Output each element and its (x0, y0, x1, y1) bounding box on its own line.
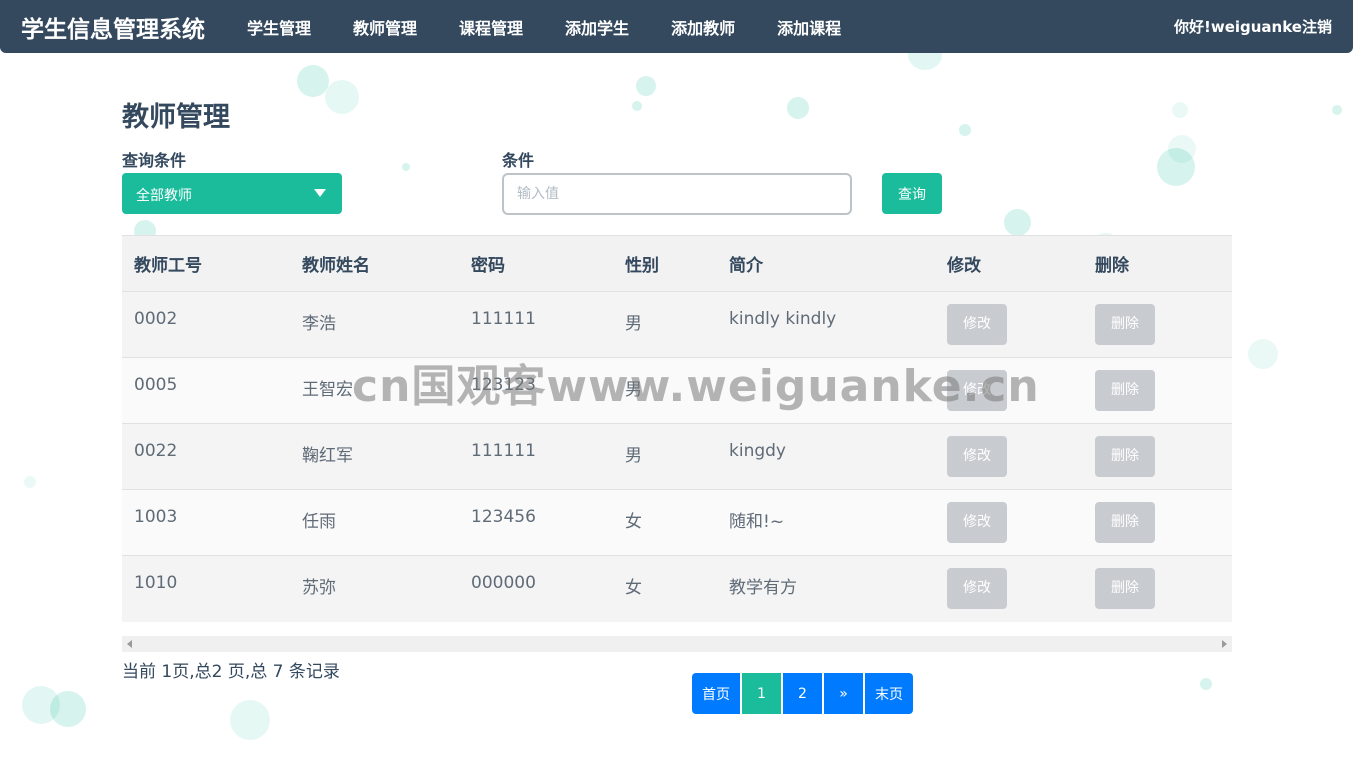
cell-teacher-id: 0002 (134, 309, 178, 329)
header-teacher-id: 教师工号 (134, 256, 202, 276)
cell-teacher-id: 1010 (134, 573, 178, 593)
cell-teacher-id: 1003 (134, 507, 178, 527)
top-navbar: 学生信息管理系统 学生管理 教师管理 课程管理 添加学生 添加教师 添加课程 你… (0, 0, 1353, 53)
cell-teacher-name: 李浩 (302, 314, 336, 334)
teacher-table-container: 教师工号 教师姓名 密码 性别 简介 修改 删除 0002 李浩 111111 … (122, 235, 1232, 622)
header-edit: 修改 (947, 256, 981, 276)
edit-button[interactable]: 修改 (947, 502, 1007, 543)
cell-password: 111111 (471, 441, 536, 461)
header-gender: 性别 (625, 256, 659, 276)
cell-intro: kindly kindly (729, 309, 837, 329)
nav-add-teacher[interactable]: 添加教师 (671, 15, 735, 39)
cell-teacher-name: 鞠红军 (302, 446, 353, 466)
condition-label: 条件 (502, 151, 535, 170)
query-condition-label: 查询条件 (122, 151, 187, 170)
nav-teacher-management[interactable]: 教师管理 (353, 15, 417, 39)
delete-button[interactable]: 删除 (1095, 502, 1155, 543)
table-row: 0005 王智宏 123123 男 修改 删除 (122, 357, 1232, 424)
edit-button[interactable]: 修改 (947, 304, 1007, 345)
query-button[interactable]: 查询 (882, 173, 942, 214)
page-last-button[interactable]: 末页 (865, 673, 913, 714)
scroll-left-icon[interactable] (127, 640, 132, 648)
page-next-button[interactable]: » (824, 673, 863, 714)
cell-intro: 教学有方 (729, 578, 797, 598)
cell-teacher-id: 0022 (134, 441, 178, 461)
cell-gender: 男 (625, 314, 642, 334)
table-row: 0022 鞠红军 111111 男 kingdy 修改 删除 (122, 423, 1232, 490)
cell-teacher-name: 王智宏 (302, 380, 353, 400)
page-1-button[interactable]: 1 (742, 673, 781, 714)
page-first-button[interactable]: 首页 (692, 673, 740, 714)
scroll-right-icon[interactable] (1222, 640, 1227, 648)
header-intro: 简介 (729, 256, 763, 276)
cell-gender: 男 (625, 446, 642, 466)
cell-gender: 男 (625, 380, 642, 400)
table-header-row: 教师工号 教师姓名 密码 性别 简介 修改 删除 (122, 235, 1232, 292)
delete-button[interactable]: 删除 (1095, 304, 1155, 345)
logout-link[interactable]: 注销 (1302, 18, 1332, 36)
edit-button[interactable]: 修改 (947, 436, 1007, 477)
cell-password: 123123 (471, 375, 536, 395)
table-row: 1003 任雨 123456 女 随和!~ 修改 删除 (122, 489, 1232, 556)
nav-student-management[interactable]: 学生管理 (247, 15, 311, 39)
horizontal-scrollbar[interactable] (122, 636, 1232, 652)
table-row: 0002 李浩 111111 男 kindly kindly 修改 删除 (122, 291, 1232, 358)
nav-course-management[interactable]: 课程管理 (459, 15, 523, 39)
header-delete: 删除 (1095, 256, 1129, 276)
chevron-down-icon (314, 189, 326, 197)
nav-add-student[interactable]: 添加学生 (565, 15, 629, 39)
page-info: 当前 1页,总2 页,总 7 条记录 (122, 662, 340, 682)
teacher-filter-select[interactable]: 全部教师 (122, 173, 342, 214)
cell-password: 111111 (471, 309, 536, 329)
header-password: 密码 (471, 256, 505, 276)
cell-gender: 女 (625, 512, 642, 532)
user-greeting: 你好!weiguanke (1174, 18, 1302, 36)
user-area: 你好!weiguanke注销 (1174, 16, 1332, 37)
cell-teacher-name: 任雨 (302, 512, 336, 532)
search-input[interactable] (502, 173, 852, 215)
cell-password: 000000 (471, 573, 536, 593)
cell-password: 123456 (471, 507, 536, 527)
cell-intro (717, 358, 935, 424)
nav-add-course[interactable]: 添加课程 (777, 15, 841, 39)
table-row: 1010 苏弥 000000 女 教学有方 修改 删除 (122, 555, 1232, 622)
main-nav: 学生管理 教师管理 课程管理 添加学生 添加教师 添加课程 (226, 15, 862, 39)
delete-button[interactable]: 删除 (1095, 436, 1155, 477)
delete-button[interactable]: 删除 (1095, 370, 1155, 411)
teacher-table: 教师工号 教师姓名 密码 性别 简介 修改 删除 0002 李浩 111111 … (122, 235, 1232, 622)
edit-button[interactable]: 修改 (947, 370, 1007, 411)
delete-button[interactable]: 删除 (1095, 568, 1155, 609)
edit-button[interactable]: 修改 (947, 568, 1007, 609)
header-teacher-name: 教师姓名 (302, 256, 370, 276)
cell-intro: kingdy (729, 441, 786, 461)
cell-gender: 女 (625, 578, 642, 598)
select-value: 全部教师 (136, 188, 192, 204)
page-2-button[interactable]: 2 (783, 673, 822, 714)
pagination: 首页 1 2 » 末页 (692, 673, 913, 714)
cell-teacher-id: 0005 (134, 375, 178, 395)
app-brand[interactable]: 学生信息管理系统 (21, 10, 205, 44)
cell-teacher-name: 苏弥 (302, 578, 336, 598)
page-title: 教师管理 (122, 102, 230, 133)
cell-intro: 随和!~ (729, 512, 785, 532)
